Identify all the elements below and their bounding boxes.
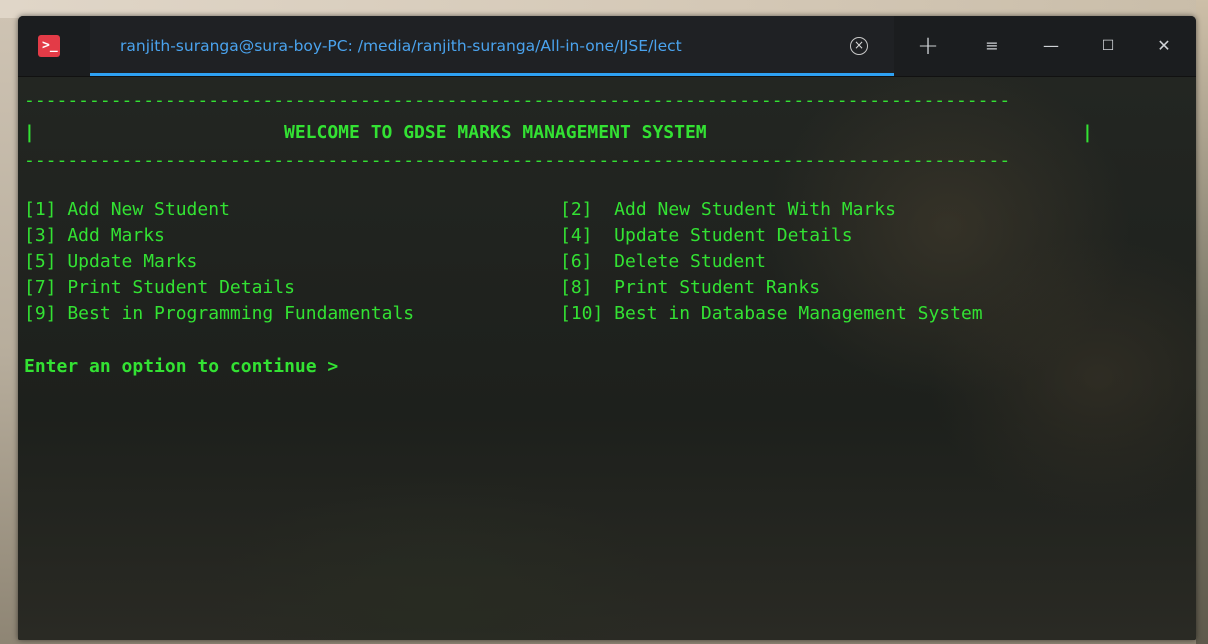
desktop-wallpaper-right	[1196, 0, 1208, 644]
divider-top: ----------------------------------------…	[24, 90, 1011, 111]
tab-title: ranjith-suranga@sura-boy-PC: /media/ranj…	[120, 37, 682, 55]
new-tab-icon[interactable]: +	[916, 33, 940, 59]
menu-option-3: [3] Add Marks	[24, 225, 165, 246]
header-left-border: |	[24, 122, 35, 143]
close-window-icon[interactable]: ✕	[1152, 34, 1176, 58]
divider-bottom: ----------------------------------------…	[24, 150, 1011, 171]
menu-option-4: [4] Update Student Details	[560, 225, 853, 246]
titlebar: >_ ranjith-suranga@sura-boy-PC: /media/r…	[18, 16, 1196, 77]
menu-option-7: [7] Print Student Details	[24, 277, 295, 298]
header-right-border: |	[1082, 122, 1093, 143]
menu-option-1: [1] Add New Student	[24, 199, 230, 220]
tab-close-icon[interactable]: ×	[850, 37, 868, 55]
menu-option-9: [9] Best in Programming Fundamentals	[24, 303, 415, 324]
menu-option-5: [5] Update Marks	[24, 251, 198, 272]
tab-active-indicator	[90, 73, 894, 76]
minimize-icon[interactable]: —	[1039, 34, 1063, 58]
maximize-icon[interactable]: ☐	[1096, 34, 1120, 58]
menu-option-8: [8] Print Student Ranks	[560, 277, 821, 298]
terminal-app-icon[interactable]: >_	[38, 35, 60, 57]
terminal-output[interactable]: ----------------------------------------…	[18, 77, 1196, 640]
menu-option-2: [2] Add New Student With Marks	[560, 199, 896, 220]
header-title: WELCOME TO GDSE MARKS MANAGEMENT SYSTEM	[284, 122, 707, 143]
menu-option-6: [6] Delete Student	[560, 251, 766, 272]
menu-option-10: [10] Best in Database Management System	[560, 303, 983, 324]
input-prompt: Enter an option to continue >	[24, 356, 339, 377]
menu-icon[interactable]: ≡	[980, 34, 1004, 58]
terminal-tab[interactable]: ranjith-suranga@sura-boy-PC: /media/ranj…	[90, 16, 894, 76]
terminal-window: >_ ranjith-suranga@sura-boy-PC: /media/r…	[18, 16, 1196, 640]
